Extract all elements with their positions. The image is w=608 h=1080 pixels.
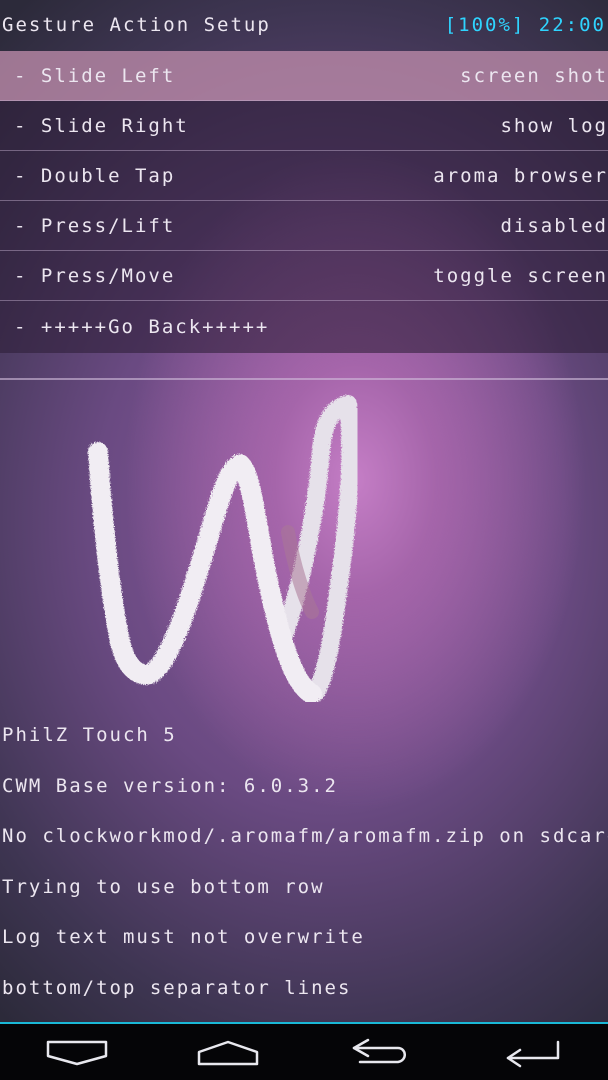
log-line: Log text must not overwrite <box>2 926 365 949</box>
menu-item-press-move[interactable]: - Press/Move toggle screen <box>0 251 608 301</box>
log-line: No clockworkmod/.aromafm/aromafm.zip on … <box>2 825 608 848</box>
menu-item-value: screen shot <box>460 64 608 87</box>
battery-level: [100%] <box>444 14 526 36</box>
menu-item-label: - Double Tap <box>14 164 176 187</box>
status-indicator: [100%] 22:00 <box>445 14 606 36</box>
log-line: Trying to use bottom row <box>2 875 325 898</box>
clock-time: 22:00 <box>538 14 606 36</box>
gesture-menu: - Slide Left screen shot - Slide Right s… <box>0 51 608 353</box>
menu-icon[interactable] <box>42 1036 112 1070</box>
w-logo-icon <box>80 392 380 704</box>
menu-item-double-tap[interactable]: - Double Tap aroma browser <box>0 151 608 201</box>
header-bar: Gesture Action Setup [100%] 22:00 <box>0 0 608 50</box>
menu-item-slide-left[interactable]: - Slide Left screen shot <box>0 51 608 101</box>
menu-item-value: aroma browser <box>433 164 608 187</box>
back-icon[interactable] <box>346 1036 416 1070</box>
menu-item-label: - Slide Left <box>14 64 176 87</box>
home-icon[interactable] <box>193 1036 263 1070</box>
menu-item-press-lift[interactable]: - Press/Lift disabled <box>0 201 608 251</box>
menu-item-value: disabled <box>500 214 608 237</box>
menu-item-label: - Press/Lift <box>14 214 176 237</box>
menu-item-label: - +++++Go Back+++++ <box>14 316 270 338</box>
page-title: Gesture Action Setup <box>2 14 271 36</box>
menu-item-value: toggle screen <box>433 264 608 287</box>
log-output: PhilZ Touch 5 CWM Base version: 6.0.3.2 … <box>2 718 608 1022</box>
menu-item-value: show log <box>500 114 608 137</box>
menu-item-go-back[interactable]: - +++++Go Back+++++ <box>0 301 608 353</box>
menu-item-label: - Press/Move <box>14 264 176 287</box>
log-line: bottom/top separator lines <box>2 976 352 999</box>
log-line: CWM Base version: 6.0.3.2 <box>2 774 338 797</box>
select-icon[interactable] <box>498 1036 568 1070</box>
menu-item-slide-right[interactable]: - Slide Right show log <box>0 101 608 151</box>
menu-separator <box>0 378 608 380</box>
menu-item-label: - Slide Right <box>14 114 189 137</box>
log-line: PhilZ Touch 5 <box>2 724 177 746</box>
navigation-bar <box>0 1022 608 1080</box>
